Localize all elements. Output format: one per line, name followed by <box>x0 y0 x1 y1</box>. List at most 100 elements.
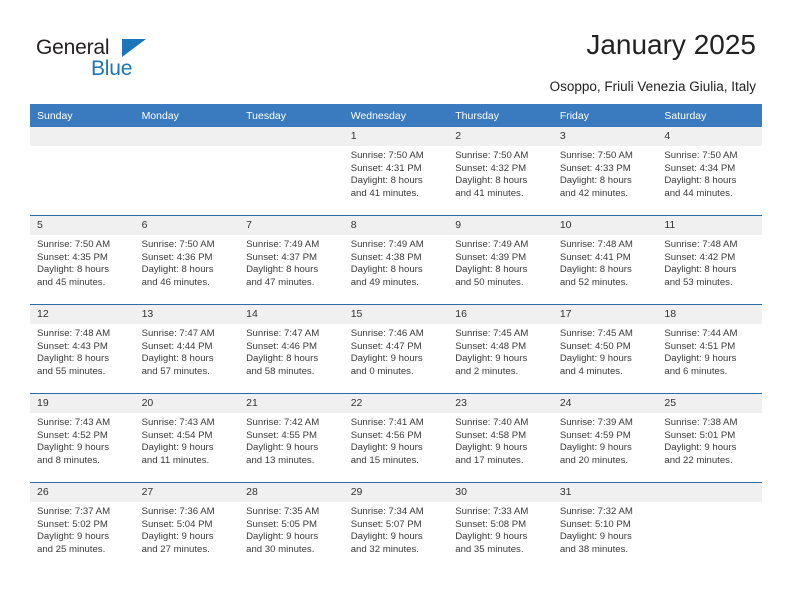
daylight-text-line1: Daylight: 8 hours <box>664 175 737 187</box>
calendar-day-cell-empty <box>239 127 344 216</box>
sunrise-text: Sunrise: 7:50 AM <box>141 239 215 250</box>
calendar-day-cell[interactable]: 26 Sunrise: 7:37 AM Sunset: 5:02 PM Dayligh… <box>30 482 135 571</box>
sunrise-text: Sunrise: 7:43 AM <box>37 417 111 428</box>
calendar-day-cell[interactable]: 7 Sunrise: 7:49 AM Sunset: 4:37 PM Daylight… <box>239 215 344 305</box>
calendar-day-cell[interactable]: 1 Sunrise: 7:50 AM Sunset: 4:31 PM Daylight… <box>343 127 449 216</box>
day-number: 27 <box>134 483 240 502</box>
daylight-text-line2: and 6 minutes. <box>664 365 728 377</box>
day-number: 23 <box>448 394 553 413</box>
day-details: Sunrise: 7:50 AM Sunset: 4:31 PM Daylight:… <box>344 146 449 200</box>
day-details: Sunrise: 7:35 AM Sunset: 5:05 PM Daylight:… <box>239 502 344 556</box>
day-details: Sunrise: 7:48 AM Sunset: 4:41 PM Daylight:… <box>553 235 658 289</box>
sunset-text: Sunset: 4:44 PM <box>141 340 213 352</box>
sunrise-text: Sunrise: 7:39 AM <box>559 417 633 428</box>
daylight-text-line2: and 35 minutes. <box>455 543 524 555</box>
sunset-text: Sunset: 4:48 PM <box>455 340 527 352</box>
calendar-day-cell[interactable]: 11 Sunrise: 7:48 AM Sunset: 4:42 PM Dayligh… <box>657 215 762 305</box>
calendar-day-cell[interactable]: 30 Sunrise: 7:33 AM Sunset: 5:08 PM Dayligh… <box>448 482 553 571</box>
calendar-day-cell[interactable]: 19 Sunrise: 7:43 AM Sunset: 4:52 PM Dayligh… <box>30 393 135 483</box>
calendar-day-cell[interactable]: 6 Sunrise: 7:50 AM Sunset: 4:36 PM Daylight… <box>134 215 240 305</box>
calendar-day-cell[interactable]: 20 Sunrise: 7:43 AM Sunset: 4:54 PM Dayligh… <box>134 393 240 483</box>
daylight-text-line1: Daylight: 9 hours <box>350 353 423 365</box>
calendar-day-cell[interactable]: 29 Sunrise: 7:34 AM Sunset: 5:07 PM Dayligh… <box>343 482 449 571</box>
calendar-day-cell[interactable]: 23 Sunrise: 7:40 AM Sunset: 4:58 PM Dayligh… <box>448 393 553 483</box>
calendar-day-cell[interactable]: 8 Sunrise: 7:49 AM Sunset: 4:38 PM Daylight… <box>343 215 449 305</box>
daylight-text-line2: and 44 minutes. <box>664 187 733 199</box>
day-number: 21 <box>239 394 344 413</box>
daylight-text-line1: Daylight: 9 hours <box>664 442 737 454</box>
calendar-day-cell[interactable]: 10 Sunrise: 7:48 AM Sunset: 4:41 PM Dayligh… <box>552 215 658 305</box>
calendar-day-cell[interactable]: 16 Sunrise: 7:45 AM Sunset: 4:48 PM Dayligh… <box>448 304 553 394</box>
day-number: 10 <box>552 216 658 235</box>
daylight-text-line1: Daylight: 9 hours <box>455 531 528 543</box>
daylight-text-line1: Daylight: 8 hours <box>141 353 214 365</box>
sunrise-text: Sunrise: 7:50 AM <box>664 150 738 161</box>
sunrise-text: Sunrise: 7:46 AM <box>350 328 424 339</box>
calendar-day-cell[interactable]: 14 Sunrise: 7:47 AM Sunset: 4:46 PM Dayligh… <box>239 304 344 394</box>
calendar-day-cell[interactable]: 17 Sunrise: 7:45 AM Sunset: 4:50 PM Dayligh… <box>552 304 658 394</box>
calendar-week-row: 26 Sunrise: 7:37 AM Sunset: 5:02 PM Dayligh… <box>30 482 762 571</box>
sunrise-text: Sunrise: 7:48 AM <box>664 239 738 250</box>
calendar-day-cell[interactable]: 25 Sunrise: 7:38 AM Sunset: 5:01 PM Dayligh… <box>657 393 762 483</box>
day-details: Sunrise: 7:47 AM Sunset: 4:46 PM Daylight:… <box>239 324 344 378</box>
sunset-text: Sunset: 4:52 PM <box>37 429 108 441</box>
day-details: Sunrise: 7:45 AM Sunset: 4:50 PM Daylight:… <box>553 324 658 378</box>
day-number: 1 <box>343 127 449 146</box>
calendar-day-cell[interactable]: 4 Sunrise: 7:50 AM Sunset: 4:34 PM Daylight… <box>657 127 762 216</box>
sunset-text: Sunset: 4:37 PM <box>246 251 318 263</box>
calendar-day-cell[interactable]: 28 Sunrise: 7:35 AM Sunset: 5:05 PM Dayligh… <box>239 482 344 571</box>
sunset-text: Sunset: 4:31 PM <box>350 162 422 174</box>
day-details: Sunrise: 7:42 AM Sunset: 4:55 PM Daylight:… <box>239 413 344 467</box>
sunset-text: Sunset: 4:50 PM <box>559 340 631 352</box>
day-details: Sunrise: 7:32 AM Sunset: 5:10 PM Daylight:… <box>553 502 658 556</box>
calendar-day-cell[interactable]: 18 Sunrise: 7:44 AM Sunset: 4:51 PM Dayligh… <box>657 304 762 394</box>
daylight-text-line2: and 42 minutes. <box>559 187 629 199</box>
day-number: 15 <box>343 305 449 324</box>
calendar-day-cell[interactable]: 27 Sunrise: 7:36 AM Sunset: 5:04 PM Dayligh… <box>134 482 240 571</box>
sunrise-text: Sunrise: 7:33 AM <box>455 506 529 517</box>
daylight-text-line2: and 13 minutes. <box>246 454 315 466</box>
calendar-day-cell[interactable]: 15 Sunrise: 7:46 AM Sunset: 4:47 PM Dayligh… <box>343 304 449 394</box>
daylight-text-line2: and 30 minutes. <box>246 543 315 555</box>
weekday-header-thursday: Thursday <box>448 104 553 127</box>
sunrise-text: Sunrise: 7:38 AM <box>664 417 738 428</box>
daylight-text-line2: and 0 minutes. <box>350 365 414 377</box>
calendar-week-row: 1 Sunrise: 7:50 AM Sunset: 4:31 PM Daylight… <box>30 127 762 216</box>
sunset-text: Sunset: 4:55 PM <box>246 429 318 441</box>
daylight-text-line1: Daylight: 8 hours <box>37 264 109 276</box>
calendar-day-cell[interactable]: 24 Sunrise: 7:39 AM Sunset: 4:59 PM Dayligh… <box>552 393 658 483</box>
day-details: Sunrise: 7:50 AM Sunset: 4:35 PM Daylight:… <box>30 235 135 289</box>
daylight-text-line1: Daylight: 8 hours <box>141 264 214 276</box>
calendar-day-cell[interactable]: 2 Sunrise: 7:50 AM Sunset: 4:32 PM Daylight… <box>448 127 553 216</box>
sunset-text: Sunset: 4:51 PM <box>664 340 736 352</box>
sunset-text: Sunset: 4:46 PM <box>246 340 318 352</box>
sunrise-text: Sunrise: 7:50 AM <box>559 150 633 161</box>
daylight-text-line2: and 8 minutes. <box>37 454 100 466</box>
day-number: 22 <box>343 394 449 413</box>
daylight-text-line1: Daylight: 8 hours <box>350 175 423 187</box>
day-number: 29 <box>343 483 449 502</box>
calendar-day-cell-empty <box>657 482 762 571</box>
calendar-day-cell[interactable]: 22 Sunrise: 7:41 AM Sunset: 4:56 PM Dayligh… <box>343 393 449 483</box>
day-number <box>657 483 762 502</box>
daylight-text-line2: and 25 minutes. <box>37 543 106 555</box>
calendar-day-cell[interactable]: 13 Sunrise: 7:47 AM Sunset: 4:44 PM Dayligh… <box>134 304 240 394</box>
sunrise-text: Sunrise: 7:49 AM <box>350 239 424 250</box>
daylight-text-line1: Daylight: 9 hours <box>246 442 319 454</box>
daylight-text-line2: and 55 minutes. <box>37 365 106 377</box>
day-details: Sunrise: 7:33 AM Sunset: 5:08 PM Daylight:… <box>448 502 553 556</box>
calendar-day-cell[interactable]: 3 Sunrise: 7:50 AM Sunset: 4:33 PM Daylight… <box>552 127 658 216</box>
sunset-text: Sunset: 4:56 PM <box>350 429 422 441</box>
sunrise-text: Sunrise: 7:37 AM <box>37 506 111 517</box>
daylight-text-line2: and 58 minutes. <box>246 365 315 377</box>
calendar-day-cell[interactable]: 12 Sunrise: 7:48 AM Sunset: 4:43 PM Dayligh… <box>30 304 135 394</box>
day-details: Sunrise: 7:44 AM Sunset: 4:51 PM Daylight:… <box>657 324 762 378</box>
sunrise-text: Sunrise: 7:42 AM <box>246 417 320 428</box>
calendar-day-cell[interactable]: 5 Sunrise: 7:50 AM Sunset: 4:35 PM Daylight… <box>30 215 135 305</box>
calendar-day-cell[interactable]: 21 Sunrise: 7:42 AM Sunset: 4:55 PM Dayligh… <box>239 393 344 483</box>
daylight-text-line2: and 22 minutes. <box>664 454 733 466</box>
calendar-day-cell[interactable]: 31 Sunrise: 7:32 AM Sunset: 5:10 PM Dayligh… <box>552 482 658 571</box>
day-details: Sunrise: 7:49 AM Sunset: 4:38 PM Daylight:… <box>344 235 449 289</box>
calendar-day-cell[interactable]: 9 Sunrise: 7:49 AM Sunset: 4:39 PM Daylight… <box>448 215 553 305</box>
day-number <box>239 127 344 146</box>
